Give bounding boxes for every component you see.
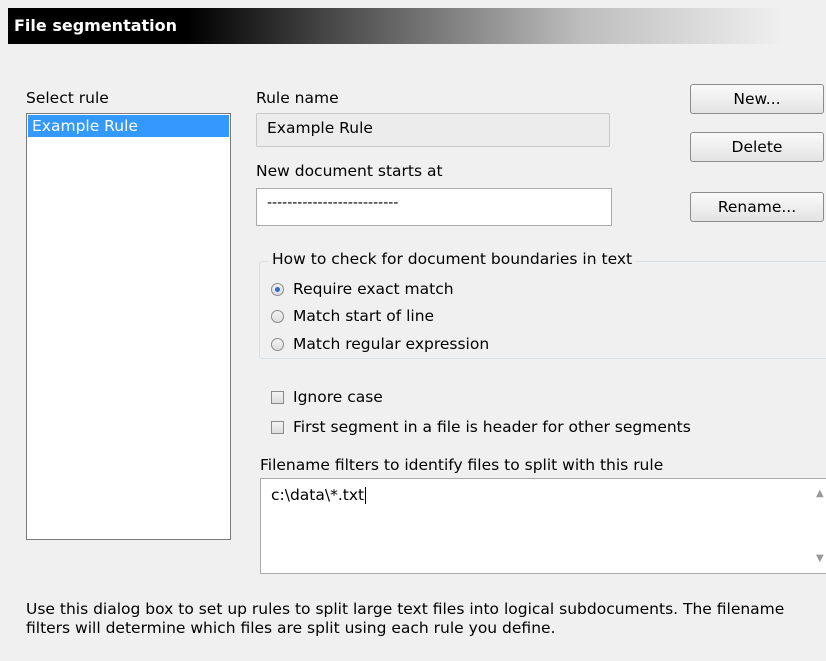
boundary-check-legend: How to check for document boundaries in … xyxy=(268,250,637,268)
scroll-down-arrow-icon[interactable]: ▼ xyxy=(816,553,824,564)
radio-match-start-of-line[interactable] xyxy=(271,310,284,323)
radio-label-regular-expression[interactable]: Match regular expression xyxy=(293,335,489,353)
filename-filters-textarea[interactable]: c:\data\*.txt xyxy=(260,478,826,574)
section-title: File segmentation xyxy=(14,16,178,35)
radio-require-exact-match[interactable] xyxy=(271,283,284,296)
select-rule-label: Select rule xyxy=(26,89,109,107)
delete-rule-button[interactable]: Delete xyxy=(690,132,824,162)
help-text: Use this dialog box to set up rules to s… xyxy=(26,600,785,637)
ignore-case-checkbox[interactable] xyxy=(271,391,284,404)
new-document-starts-label: New document starts at xyxy=(256,162,443,180)
rule-name-field: Example Rule xyxy=(256,113,610,147)
rule-list-item[interactable]: Example Rule xyxy=(28,115,229,137)
rule-listbox[interactable]: Example Rule xyxy=(26,113,231,540)
filename-filters-label: Filename filters to identify files to sp… xyxy=(260,456,664,474)
rename-rule-button[interactable]: Rename... xyxy=(690,192,824,222)
first-segment-header-label[interactable]: First segment in a file is header for ot… xyxy=(293,418,691,436)
filename-filters-value: c:\data\*.txt xyxy=(271,486,365,504)
scroll-up-arrow-icon[interactable]: ▲ xyxy=(816,488,824,499)
ignore-case-label[interactable]: Ignore case xyxy=(293,388,383,406)
radio-label-start-of-line[interactable]: Match start of line xyxy=(293,307,434,325)
new-document-starts-input[interactable]: -------------------------- xyxy=(256,188,612,226)
text-caret xyxy=(365,487,367,504)
radio-label-exact-match[interactable]: Require exact match xyxy=(293,280,454,298)
rule-name-label: Rule name xyxy=(256,89,339,107)
new-rule-button[interactable]: New... xyxy=(690,84,824,114)
radio-match-regular-expression[interactable] xyxy=(271,338,284,351)
first-segment-header-checkbox[interactable] xyxy=(271,421,284,434)
